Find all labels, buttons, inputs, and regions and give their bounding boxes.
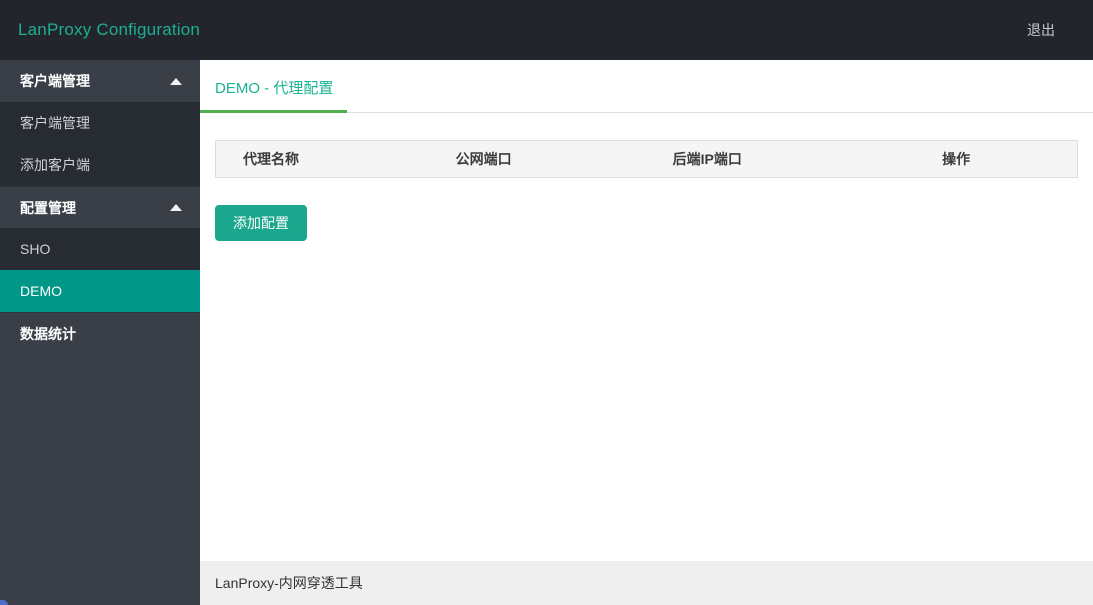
- column-header-public-port: 公网端口: [455, 151, 512, 167]
- sidebar-item-label: 客户端管理: [20, 115, 90, 131]
- lanproxy-app: LanProxy Configuration 退出 客户端管理 客户端管理 添加…: [0, 0, 1093, 605]
- sidebar-item-label: 添加客户端: [20, 157, 90, 173]
- sidebar-item-add-client[interactable]: 添加客户端: [0, 144, 200, 186]
- app-title: LanProxy Configuration: [18, 20, 201, 39]
- add-config-button[interactable]: 添加配置: [215, 205, 307, 241]
- sidebar-item-sho[interactable]: SHO: [0, 228, 200, 270]
- sidebar-group-label: 客户端管理: [20, 73, 90, 89]
- page-body: 客户端管理 客户端管理 添加客户端 配置管理 SHO DEMO 数据统计 DEM…: [0, 60, 1093, 605]
- footer-text: LanProxy-内网穿透工具: [215, 575, 363, 591]
- footer-bar: LanProxy-内网穿透工具: [200, 561, 1093, 605]
- caret-up-icon: [170, 77, 182, 85]
- sidebar-item-statistics[interactable]: 数据统计: [0, 312, 200, 354]
- sidebar-item-label: DEMO: [20, 283, 62, 299]
- sidebar-nav: 客户端管理 客户端管理 添加客户端 配置管理 SHO DEMO 数据统计: [0, 60, 200, 605]
- sidebar-item-client-management[interactable]: 客户端管理: [0, 102, 200, 144]
- sidebar-item-label: SHO: [20, 241, 51, 257]
- tab-demo-proxy-config[interactable]: DEMO - 代理配置: [200, 60, 348, 113]
- column-header-proxy-name: 代理名称: [243, 151, 299, 167]
- corner-accent-decoration: [0, 600, 8, 605]
- proxy-table-header-row: 代理名称 公网端口 后端IP端口 操作: [215, 140, 1078, 178]
- sidebar-item-demo[interactable]: DEMO: [0, 270, 200, 312]
- logout-link[interactable]: 退出: [1027, 20, 1055, 40]
- content-area: 代理名称 公网端口 后端IP端口 操作 添加配置: [200, 113, 1093, 561]
- sidebar-item-label: 数据统计: [20, 326, 76, 342]
- sidebar-group-config-management[interactable]: 配置管理: [0, 186, 200, 228]
- top-navbar: LanProxy Configuration 退出: [0, 0, 1093, 60]
- caret-up-icon: [170, 204, 182, 211]
- sidebar-group-label: 配置管理: [20, 199, 76, 216]
- sidebar-group-client-management[interactable]: 客户端管理: [0, 60, 200, 102]
- column-header-actions: 操作: [942, 151, 971, 167]
- tab-bar: DEMO - 代理配置: [200, 60, 1093, 113]
- main-panel: DEMO - 代理配置 代理名称 公网端口 后端IP端口 操作 添加配置 Lan…: [200, 60, 1093, 605]
- column-header-backend-ip-port: 后端IP端口: [672, 151, 742, 167]
